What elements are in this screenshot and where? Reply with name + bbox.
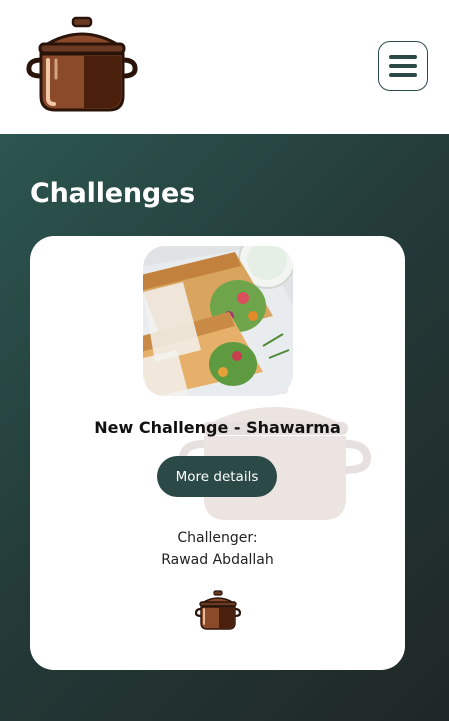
cooking-pot-icon — [195, 590, 241, 630]
menu-bar — [389, 55, 417, 59]
challenger-label: Challenger: — [177, 530, 258, 546]
shawarma-image — [143, 246, 293, 396]
hamburger-menu-button[interactable] — [378, 41, 428, 91]
challenger-name: Rawad Abdallah — [161, 552, 274, 568]
menu-bar — [389, 73, 417, 77]
site-header — [0, 0, 449, 134]
cooking-pot-watermark-icon — [178, 382, 372, 520]
page-title: Challenges — [30, 178, 196, 209]
cooking-pot-logo-icon[interactable] — [26, 16, 138, 114]
challenges-section: Challenges New Challenge - Shawarma More… — [0, 134, 449, 721]
menu-bar — [389, 64, 417, 68]
more-details-button[interactable]: More details — [157, 456, 277, 497]
challenge-card: New Challenge - Shawarma More details Ch… — [30, 236, 405, 670]
challenge-title: New Challenge - Shawarma — [94, 418, 341, 437]
shawarma-photo[interactable] — [143, 246, 293, 396]
